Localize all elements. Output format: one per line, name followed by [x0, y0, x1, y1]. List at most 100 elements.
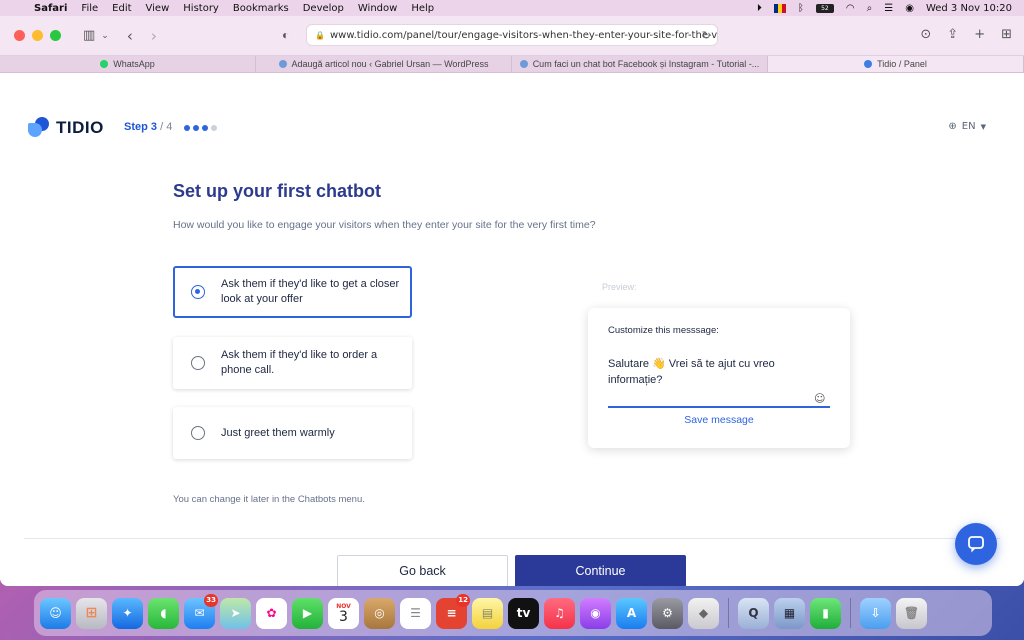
browser-toolbar: ▥ ⌄ ‹ › ◐ 🔒 www.tidio.com/panel/tour/eng…	[0, 16, 1024, 56]
address-bar[interactable]: 🔒 www.tidio.com/panel/tour/engage-visito…	[306, 24, 718, 46]
apple-tv-icon[interactable]: tv	[508, 597, 539, 629]
clock[interactable]: Wed 3 Nov 10:20	[926, 3, 1012, 14]
save-message-button[interactable]: Save message	[588, 414, 850, 426]
menu-history[interactable]: History	[183, 3, 219, 14]
quicktime-icon[interactable]: Q	[738, 597, 769, 629]
minimize-window-button[interactable]	[32, 30, 43, 41]
tidio-favicon-icon	[278, 60, 287, 68]
option-label: Ask them if they'd like to order a phone…	[221, 349, 378, 376]
option-greet-warmly[interactable]: Just greet them warmly	[173, 407, 412, 459]
language-label: EN	[961, 121, 976, 132]
close-window-button[interactable]	[14, 30, 25, 41]
play-icon[interactable]: ⏵	[757, 3, 762, 14]
option-closer-look[interactable]: Ask them if they'd like to get a closer …	[173, 266, 412, 318]
dock-separator	[850, 598, 851, 628]
download-icon[interactable]: ⊙	[920, 27, 931, 42]
siri-icon[interactable]: ◉	[905, 3, 914, 14]
romania-flag-icon[interactable]	[773, 3, 786, 13]
preview-card: Customize this messsage: Salutare 👋 Vrei…	[588, 308, 850, 448]
contacts-icon[interactable]: ◎	[364, 597, 395, 629]
page-title: Set up your first chatbot	[173, 181, 382, 201]
menu-safari[interactable]: Safari	[34, 3, 67, 14]
lock-icon: 🔒	[315, 30, 325, 40]
toolbar-right: ⊙ ⇪ + ⊞	[920, 27, 1012, 42]
roblox-icon[interactable]: ◆	[688, 597, 719, 629]
share-icon[interactable]: ⇪	[947, 27, 958, 42]
facetime-icon[interactable]: ▶	[292, 597, 323, 629]
menu-file[interactable]: File	[81, 3, 98, 14]
battery-icon[interactable]: 52	[815, 3, 834, 13]
calendar-icon[interactable]: NOV 3	[328, 597, 359, 629]
downloads-folder-icon[interactable]: ⇩	[860, 597, 891, 629]
tab-overview-icon[interactable]: ⊞	[1001, 27, 1012, 42]
maps-icon[interactable]: ➤	[220, 597, 251, 629]
option-label: Just greet them warmly	[221, 426, 335, 439]
tidio-favicon-icon	[864, 60, 873, 68]
messages-icon[interactable]: ◖	[148, 597, 179, 629]
system-preferences-icon[interactable]: ⚙	[652, 597, 683, 629]
forward-icon[interactable]: ›	[151, 27, 157, 45]
launchpad-icon[interactable]: ⊞	[76, 597, 107, 629]
emoji-icon[interactable]: ☺	[814, 392, 825, 405]
todoist-icon[interactable]: ≡ 12	[436, 593, 470, 629]
dock-separator	[728, 598, 729, 628]
tab-tidio-panel[interactable]: Tidio / Panel	[768, 56, 1024, 72]
safari-icon[interactable]: ✦	[112, 597, 143, 629]
zoom-window-button[interactable]	[50, 30, 61, 41]
tab-title: Tidio / Panel	[877, 59, 927, 69]
menu-edit[interactable]: Edit	[112, 3, 131, 14]
tab-tutorial[interactable]: Cum faci un chat bot Facebook și Instagr…	[512, 56, 768, 72]
bluetooth-icon[interactable]: ᛒ	[798, 3, 804, 14]
podcasts-icon[interactable]: ◉	[580, 597, 611, 629]
radio-button[interactable]	[191, 356, 205, 370]
menu-bookmarks[interactable]: Bookmarks	[233, 3, 289, 14]
app-store-icon[interactable]: A	[616, 597, 647, 629]
photos-icon[interactable]: ✿	[256, 597, 287, 629]
tab-whatsapp[interactable]: WhatsApp	[0, 56, 256, 72]
chevron-down-icon[interactable]: ⌄	[101, 31, 109, 41]
todoist-badge: 12	[456, 593, 470, 607]
go-back-button[interactable]: Go back	[337, 555, 508, 586]
search-icon[interactable]: ⌕	[867, 3, 873, 14]
notes-icon[interactable]: ▤	[472, 597, 503, 629]
hint-text: You can change it later in the Chatbots …	[173, 494, 365, 505]
step-total: / 4	[160, 121, 173, 133]
radio-button[interactable]	[191, 285, 205, 299]
option-phone-call[interactable]: Ask them if they'd like to order a phone…	[173, 337, 412, 389]
sidebar-icon[interactable]: ▥	[83, 28, 95, 43]
logo-text: TIDIO	[56, 118, 104, 137]
menu-develop[interactable]: Develop	[303, 3, 344, 14]
language-selector[interactable]: ⊕ EN ▼	[948, 121, 986, 132]
finder-icon[interactable]: ☺	[40, 597, 71, 629]
trash-icon[interactable]: 🗑	[896, 597, 927, 629]
menu-help[interactable]: Help	[411, 3, 434, 14]
wifi-icon[interactable]: ◠	[846, 3, 855, 14]
step-indicator: Step 3 / 4	[124, 121, 172, 133]
chat-bubble-icon	[968, 536, 984, 553]
message-editor[interactable]: Salutare 👋 Vrei să te ajut cu vreo infor…	[608, 356, 818, 388]
music-icon[interactable]: ♫	[544, 597, 575, 629]
footer-divider	[24, 538, 1000, 539]
new-tab-icon[interactable]: +	[974, 27, 985, 42]
url-text: www.tidio.com/panel/tour/engage-visitors…	[329, 29, 718, 41]
menu-window[interactable]: Window	[358, 3, 397, 14]
reminders-icon[interactable]: ☰	[400, 597, 431, 629]
menu-view[interactable]: View	[146, 3, 170, 14]
privacy-shield-icon[interactable]: ◐	[282, 28, 289, 42]
reload-icon[interactable]: ↻	[702, 29, 711, 42]
continue-button[interactable]: Continue	[515, 555, 686, 586]
dock: ☺ ⊞ ✦ ◖ ✉ 33 ➤ ✿ ▶ NOV 3 ◎ ☰ ≡ 12 ▤ tv ♫…	[34, 590, 992, 636]
numbers-icon[interactable]: ▮	[810, 597, 841, 629]
progress-dot	[211, 125, 217, 131]
progress-dots	[184, 125, 217, 131]
back-icon[interactable]: ‹	[127, 27, 133, 45]
safari-window: ▥ ⌄ ‹ › ◐ 🔒 www.tidio.com/panel/tour/eng…	[0, 16, 1024, 586]
tab-wordpress[interactable]: Adaugă articol nou ‹ Gabriel Ursan — Wor…	[256, 56, 512, 72]
chat-widget-button[interactable]	[955, 523, 997, 565]
tab-title: WhatsApp	[113, 59, 155, 69]
tidio-logo[interactable]: TIDIO	[28, 117, 104, 139]
control-center-icon[interactable]: ☰	[884, 3, 893, 14]
preview-app-icon[interactable]: ▦	[774, 597, 805, 629]
radio-button[interactable]	[191, 426, 205, 440]
mail-icon[interactable]: ✉ 33	[184, 593, 218, 629]
